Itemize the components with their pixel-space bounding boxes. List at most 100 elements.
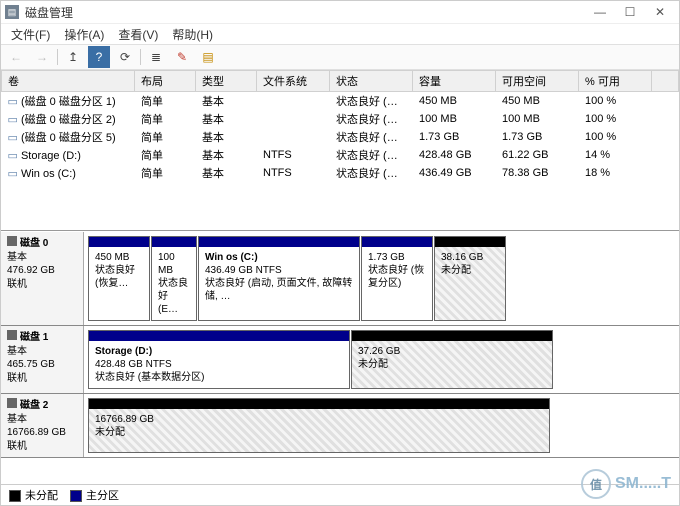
- partition-body: 38.16 GB未分配: [435, 247, 505, 320]
- col-type[interactable]: 类型: [196, 71, 257, 92]
- col-pct[interactable]: % 可用: [579, 71, 652, 92]
- disk-row: 磁盘 2基本16766.89 GB联机 16766.89 GB未分配: [1, 394, 679, 458]
- table-row[interactable]: ▭ Win os (C:) 简单 基本 NTFS 状态良好 (… 436.49 …: [2, 164, 679, 182]
- menu-view[interactable]: 查看(V): [112, 24, 164, 45]
- partition-color-bar: [362, 237, 432, 247]
- edit-button[interactable]: ✎: [171, 46, 193, 68]
- cell-volume: ▭ Win os (C:): [2, 164, 135, 182]
- cell-status: 状态良好 (…: [330, 164, 413, 182]
- col-capacity[interactable]: 容量: [413, 71, 496, 92]
- grid-button[interactable]: ▤: [197, 46, 219, 68]
- volume-table: 卷 布局 类型 文件系统 状态 容量 可用空间 % 可用 ▭ (磁盘 0 磁盘分…: [1, 70, 679, 182]
- properties-button[interactable]: ?: [88, 46, 110, 68]
- maximize-button[interactable]: ☐: [615, 1, 645, 23]
- partition-container: Storage (D:) 428.48 GB NTFS状态良好 (基本数据分区)…: [84, 326, 679, 393]
- partition-unallocated[interactable]: 38.16 GB未分配: [434, 236, 506, 321]
- cell-type: 基本: [196, 110, 257, 128]
- cell-fs: NTFS: [257, 146, 330, 164]
- partition-unallocated[interactable]: 16766.89 GB未分配: [88, 398, 550, 453]
- partition-unallocated[interactable]: 37.26 GB未分配: [351, 330, 553, 389]
- cell-free: 100 MB: [496, 110, 579, 128]
- col-layout[interactable]: 布局: [135, 71, 196, 92]
- cell-volume: ▭ (磁盘 0 磁盘分区 5): [2, 128, 135, 146]
- disk-info[interactable]: 磁盘 0基本476.92 GB联机: [1, 232, 84, 325]
- table-row[interactable]: ▭ Storage (D:) 简单 基本 NTFS 状态良好 (… 428.48…: [2, 146, 679, 164]
- cell-layout: 简单: [135, 128, 196, 146]
- forward-button[interactable]: →: [31, 46, 53, 68]
- disk-graphical-pane: 磁盘 0基本476.92 GB联机 450 MB状态良好 (恢复… 100 MB…: [1, 231, 679, 484]
- partition-color-bar: [89, 237, 149, 247]
- cell-layout: 简单: [135, 164, 196, 182]
- partition-container: 16766.89 GB未分配: [84, 394, 679, 457]
- cell-capacity: 450 MB: [413, 92, 496, 111]
- partition-primary[interactable]: Storage (D:) 428.48 GB NTFS状态良好 (基本数据分区): [88, 330, 350, 389]
- cell-layout: 简单: [135, 92, 196, 111]
- cell-pct: 14 %: [579, 146, 652, 164]
- menu-action[interactable]: 操作(A): [58, 24, 110, 45]
- cell-layout: 简单: [135, 110, 196, 128]
- cell-capacity: 436.49 GB: [413, 164, 496, 182]
- col-fs[interactable]: 文件系统: [257, 71, 330, 92]
- partition-color-bar: [435, 237, 505, 247]
- partition-body: 1.73 GB状态良好 (恢复分区): [362, 247, 432, 320]
- cell-volume: ▭ Storage (D:): [2, 146, 135, 164]
- close-button[interactable]: ✕: [645, 1, 675, 23]
- partition-body: Win os (C:) 436.49 GB NTFS状态良好 (启动, 页面文件…: [199, 247, 359, 320]
- table-row[interactable]: ▭ (磁盘 0 磁盘分区 5) 简单 基本 状态良好 (… 1.73 GB 1.…: [2, 128, 679, 146]
- disk-row: 磁盘 1基本465.75 GB联机 Storage (D:) 428.48 GB…: [1, 326, 679, 394]
- cell-status: 状态良好 (…: [330, 110, 413, 128]
- col-free[interactable]: 可用空间: [496, 71, 579, 92]
- partition-color-bar: [152, 237, 196, 247]
- disk-icon: [7, 236, 17, 246]
- cell-capacity: 428.48 GB: [413, 146, 496, 164]
- titlebar: ▤ 磁盘管理 — ☐ ✕: [1, 1, 679, 24]
- cell-layout: 简单: [135, 146, 196, 164]
- cell-pct: 100 %: [579, 92, 652, 111]
- cell-volume: ▭ (磁盘 0 磁盘分区 1): [2, 92, 135, 111]
- up-button[interactable]: ↥: [62, 46, 84, 68]
- cell-pct: 100 %: [579, 110, 652, 128]
- cell-fs: [257, 110, 330, 128]
- disk-icon: [7, 330, 17, 340]
- toolbar: ← → ↥ ? ⟳ ≣ ✎ ▤: [1, 44, 679, 70]
- partition-color-bar: [89, 331, 349, 341]
- partition-color-bar: [352, 331, 552, 341]
- table-row[interactable]: ▭ (磁盘 0 磁盘分区 1) 简单 基本 状态良好 (… 450 MB 450…: [2, 92, 679, 111]
- cell-pct: 18 %: [579, 164, 652, 182]
- app-window: ▤ 磁盘管理 — ☐ ✕ 文件(F) 操作(A) 查看(V) 帮助(H) ← →…: [0, 0, 680, 506]
- cell-free: 450 MB: [496, 92, 579, 111]
- col-volume[interactable]: 卷: [2, 71, 135, 92]
- cell-free: 1.73 GB: [496, 128, 579, 146]
- toolbar-separator: [57, 49, 58, 65]
- legend-unallocated: 未分配: [9, 487, 58, 503]
- menubar: 文件(F) 操作(A) 查看(V) 帮助(H): [1, 24, 679, 44]
- legend-primary: 主分区: [70, 487, 119, 503]
- partition-primary[interactable]: 1.73 GB状态良好 (恢复分区): [361, 236, 433, 321]
- toolbar-separator: [140, 49, 141, 65]
- partition-primary[interactable]: Win os (C:) 436.49 GB NTFS状态良好 (启动, 页面文件…: [198, 236, 360, 321]
- app-icon: ▤: [5, 5, 19, 19]
- cell-type: 基本: [196, 146, 257, 164]
- legend: 未分配 主分区: [1, 484, 679, 505]
- minimize-button[interactable]: —: [585, 1, 615, 23]
- partition-color-bar: [199, 237, 359, 247]
- disk-info[interactable]: 磁盘 1基本465.75 GB联机: [1, 326, 84, 393]
- cell-type: 基本: [196, 128, 257, 146]
- volume-list-pane: 卷 布局 类型 文件系统 状态 容量 可用空间 % 可用 ▭ (磁盘 0 磁盘分…: [1, 70, 679, 231]
- back-button[interactable]: ←: [5, 46, 27, 68]
- partition-primary[interactable]: 450 MB状态良好 (恢复…: [88, 236, 150, 321]
- partition-primary[interactable]: 100 MB状态良好 (E…: [151, 236, 197, 321]
- disk-icon: [7, 398, 17, 408]
- table-row[interactable]: ▭ (磁盘 0 磁盘分区 2) 简单 基本 状态良好 (… 100 MB 100…: [2, 110, 679, 128]
- cell-status: 状态良好 (…: [330, 128, 413, 146]
- partition-color-bar: [89, 399, 549, 409]
- cell-fs: [257, 92, 330, 111]
- partition-body: 100 MB状态良好 (E…: [152, 247, 196, 320]
- menu-help[interactable]: 帮助(H): [166, 24, 219, 45]
- view-button[interactable]: ≣: [145, 46, 167, 68]
- refresh-button[interactable]: ⟳: [114, 46, 136, 68]
- menu-file[interactable]: 文件(F): [5, 24, 56, 45]
- cell-free: 78.38 GB: [496, 164, 579, 182]
- disk-info[interactable]: 磁盘 2基本16766.89 GB联机: [1, 394, 84, 457]
- col-status[interactable]: 状态: [330, 71, 413, 92]
